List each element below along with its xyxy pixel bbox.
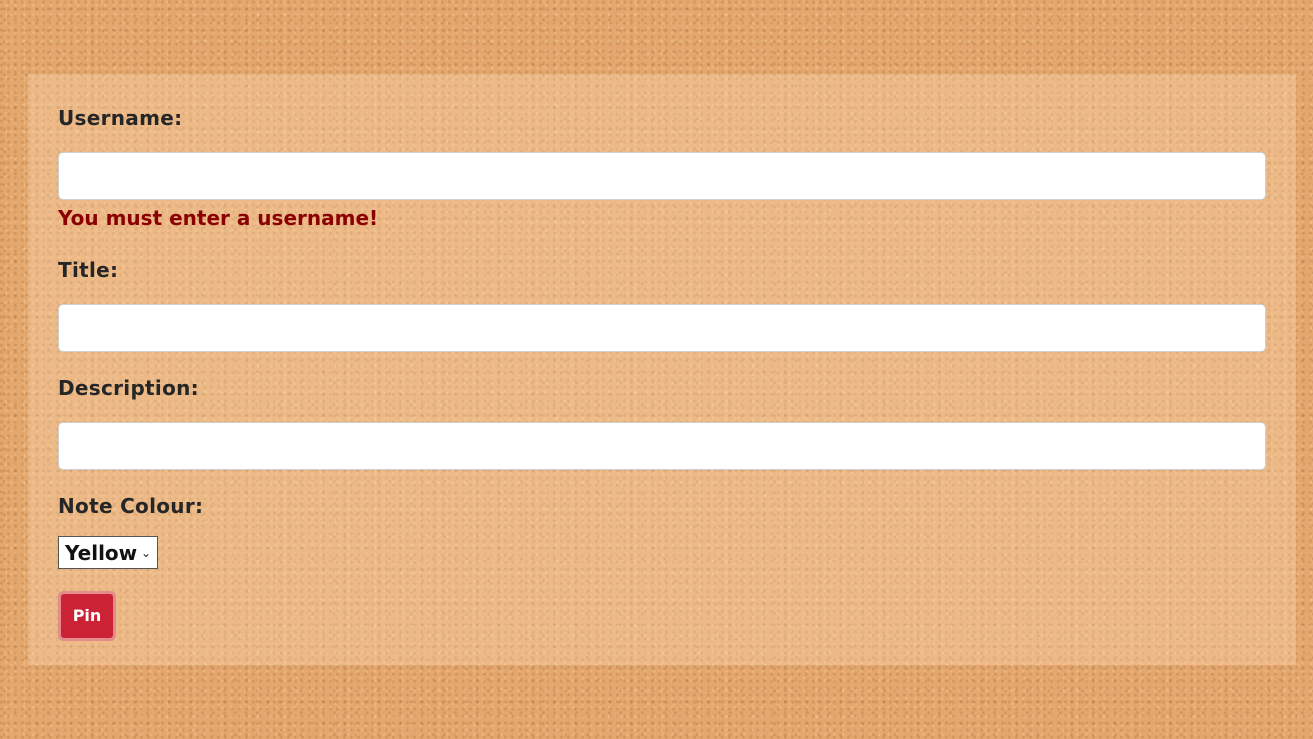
username-group: Username: You must enter a username! [58, 104, 1266, 232]
title-input[interactable] [58, 304, 1266, 352]
pin-button[interactable]: Pin [58, 591, 116, 641]
title-label: Title: [58, 258, 119, 282]
note-colour-select[interactable]: Yellow ⌄ [58, 536, 158, 569]
colour-group: Note Colour: Yellow ⌄ [58, 492, 1266, 569]
title-group: Title: [58, 256, 1266, 352]
note-form-panel: Username: You must enter a username! Tit… [28, 74, 1296, 665]
username-label: Username: [58, 106, 183, 130]
description-group: Description: [58, 374, 1266, 470]
username-error: You must enter a username! [58, 206, 379, 230]
description-label: Description: [58, 376, 199, 400]
note-colour-label: Note Colour: [58, 494, 204, 518]
chevron-down-icon: ⌄ [140, 545, 151, 560]
description-input[interactable] [58, 422, 1266, 470]
note-colour-selected-value: Yellow [65, 540, 138, 565]
username-input[interactable] [58, 152, 1266, 200]
